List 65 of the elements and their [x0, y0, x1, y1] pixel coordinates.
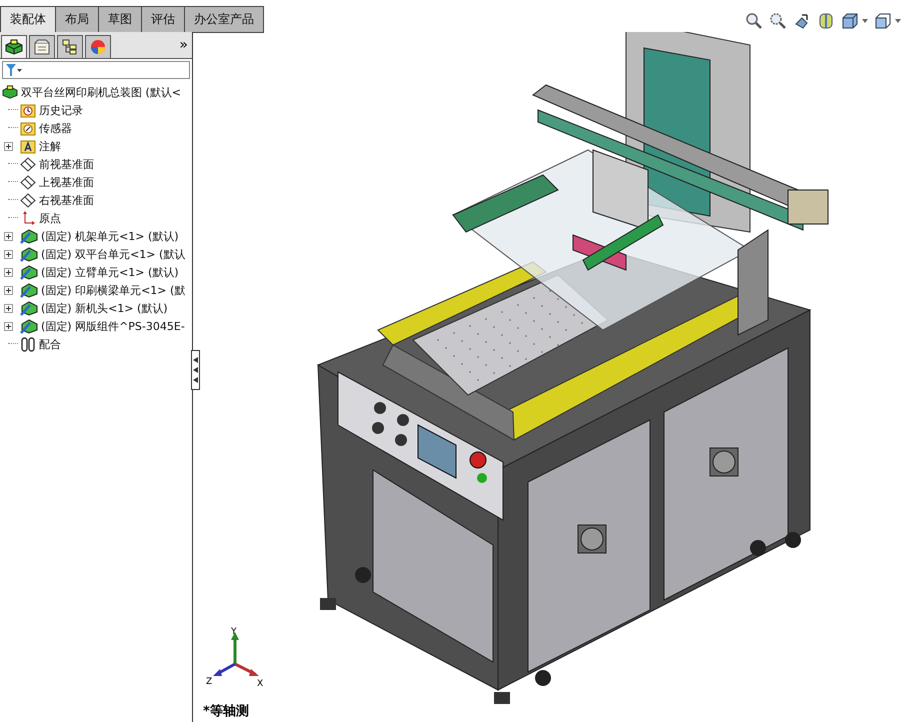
hierarchy-icon [61, 39, 79, 55]
plane-icon [20, 192, 36, 208]
axis-label: Y [231, 627, 236, 637]
paperclip-icon [20, 336, 36, 352]
plane-icon [20, 156, 36, 172]
tree-item[interactable]: (固定) 立臂单元<1> (默认) [18, 263, 179, 281]
letter-folder-icon [20, 138, 36, 154]
axis-triad-icon [213, 632, 259, 676]
expand-icon[interactable] [4, 268, 13, 276]
part-icon [20, 264, 38, 280]
tree-item[interactable]: 传感器 [18, 119, 72, 137]
previous-view-icon[interactable] [793, 12, 811, 30]
axis-label: Z [206, 677, 212, 687]
document-tab[interactable]: 草图 [99, 6, 142, 33]
zoom-area-icon[interactable] [769, 12, 787, 30]
document-tab[interactable]: 装配体 [0, 6, 56, 33]
more-tabs-button[interactable]: » [179, 37, 188, 53]
expand-icon[interactable] [4, 232, 13, 240]
expand-icon[interactable] [4, 250, 13, 258]
part-icon [20, 228, 38, 244]
section-view-icon[interactable] [817, 12, 835, 30]
part-icon [20, 318, 38, 334]
plane-icon [20, 174, 36, 190]
view-name-label: *等轴测 [203, 703, 249, 720]
tree-item[interactable]: 注解 [18, 137, 61, 155]
clock-folder-icon [20, 102, 36, 118]
tree-item[interactable]: 配合 [18, 335, 61, 353]
cubes-icon [5, 39, 23, 55]
expand-icon[interactable] [4, 322, 13, 330]
document-tab[interactable]: 评估 [142, 6, 185, 33]
display-style-icon[interactable] [841, 12, 859, 30]
tree-item[interactable]: (固定) 网版组件^PS-3045E- [18, 317, 185, 335]
panel-tab[interactable] [1, 35, 27, 58]
expand-icon[interactable] [4, 142, 13, 150]
expand-icon[interactable] [4, 304, 13, 312]
panel-collapse-handle[interactable] [191, 350, 200, 390]
gauge-folder-icon [20, 120, 36, 136]
panel-tab[interactable] [29, 35, 55, 58]
caret-icon[interactable] [862, 19, 868, 23]
tree-item[interactable]: 双平台丝网印刷机总装图 (默认< [0, 83, 192, 101]
expand-icon[interactable] [4, 286, 13, 294]
cube-icon[interactable] [874, 12, 892, 30]
tree-item[interactable]: 右视基准面 [18, 191, 94, 209]
part-icon [20, 300, 38, 316]
tree-item[interactable]: 上视基准面 [18, 173, 94, 191]
tree-item[interactable]: (固定) 印刷横梁单元<1> (默 [18, 281, 186, 299]
property-sheet-icon [33, 39, 51, 55]
tree-item[interactable]: (固定) 双平台单元<1> (默认 [18, 245, 186, 263]
tree-item[interactable]: 原点 [18, 209, 61, 227]
tree-item[interactable]: 前视基准面 [18, 155, 94, 173]
part-icon [20, 246, 38, 262]
zoom-to-fit-icon[interactable] [745, 12, 763, 30]
tree-item[interactable]: (固定) 机架单元<1> (默认) [18, 227, 179, 245]
axis-label: X [257, 679, 264, 689]
caret-icon[interactable] [895, 19, 901, 23]
tree-item[interactable]: (固定) 新机头<1> (默认) [18, 299, 168, 317]
panel-tab[interactable] [57, 35, 83, 58]
document-tab[interactable]: 办公室产品 [185, 6, 264, 33]
cubes-icon [2, 85, 18, 99]
origin-icon [20, 210, 36, 226]
filter-icon [6, 64, 22, 76]
tree-item[interactable]: 历史记录 [18, 101, 83, 119]
part-icon [20, 282, 38, 298]
color-sphere-icon [90, 39, 106, 55]
document-tab[interactable]: 布局 [56, 6, 99, 33]
